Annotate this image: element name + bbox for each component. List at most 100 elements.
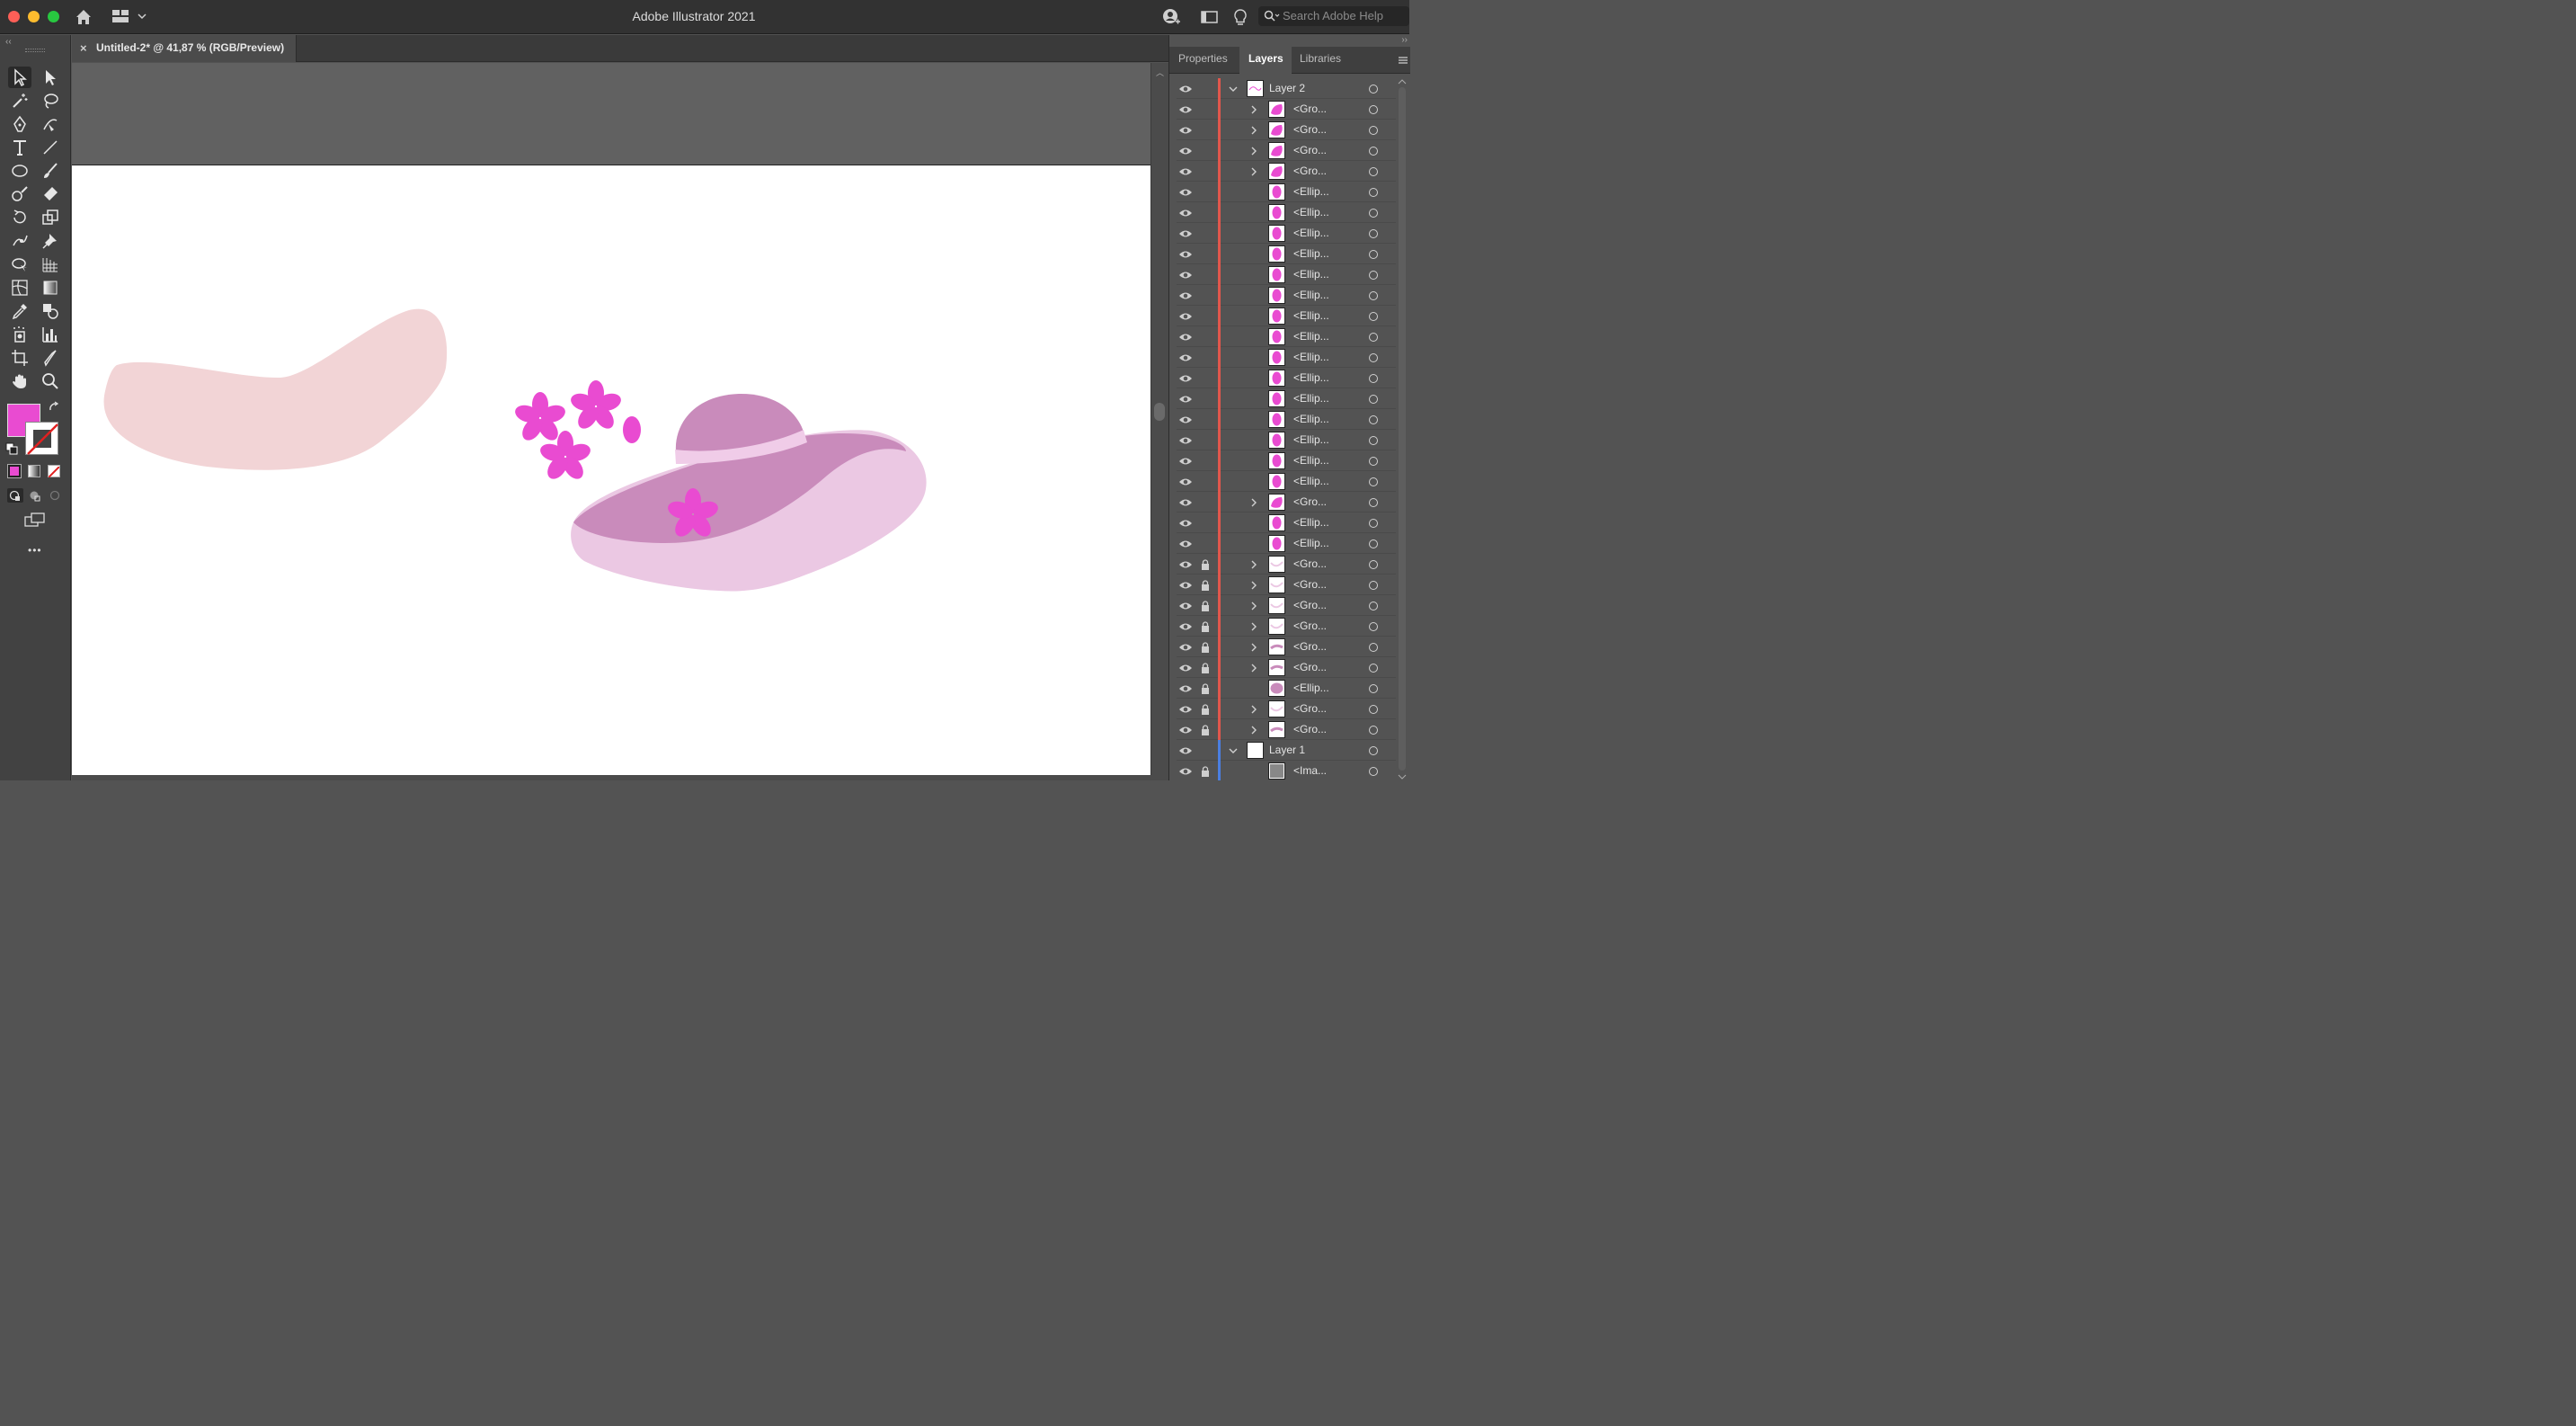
puppet-warp-tool[interactable] bbox=[8, 230, 31, 252]
color-mode-button[interactable] bbox=[7, 464, 22, 478]
chevron-down-icon[interactable] bbox=[1229, 83, 1238, 94]
layer-target-icon[interactable] bbox=[1369, 477, 1378, 486]
zoom-tool[interactable] bbox=[39, 370, 62, 392]
curvature-tool[interactable] bbox=[39, 113, 62, 135]
layer-target-icon[interactable] bbox=[1369, 457, 1378, 466]
draw-normal-button[interactable] bbox=[7, 488, 23, 503]
paintbrush-tool[interactable] bbox=[39, 160, 62, 182]
visibility-eye-icon[interactable] bbox=[1178, 165, 1193, 176]
lock-icon[interactable] bbox=[1201, 703, 1210, 715]
lock-icon[interactable] bbox=[1201, 765, 1210, 777]
layer-target-icon[interactable] bbox=[1369, 312, 1378, 321]
vertical-scroll-thumb[interactable] bbox=[1154, 403, 1165, 421]
sublayer-row[interactable]: <Ellip... bbox=[1177, 285, 1396, 306]
chevron-right-icon[interactable] bbox=[1249, 124, 1258, 135]
layer-name[interactable]: <Gro... bbox=[1293, 123, 1327, 136]
layer-name[interactable]: <Ellip... bbox=[1293, 309, 1329, 322]
sublayer-row[interactable]: <Ellip... bbox=[1177, 306, 1396, 326]
tab-layers[interactable]: Layers bbox=[1248, 52, 1284, 65]
lock-toggle[interactable] bbox=[1201, 434, 1210, 445]
vertical-scrollbar[interactable]: ︿ bbox=[1150, 63, 1168, 775]
stroke-color-swatch[interactable] bbox=[25, 422, 58, 455]
none-mode-button[interactable] bbox=[48, 465, 60, 478]
tab-libraries[interactable]: Libraries bbox=[1300, 52, 1341, 65]
layer-target-icon[interactable] bbox=[1369, 250, 1378, 259]
layer-name[interactable]: Layer 1 bbox=[1269, 744, 1305, 756]
chevron-right-icon[interactable] bbox=[1249, 600, 1258, 611]
lock-toggle[interactable] bbox=[1201, 744, 1210, 755]
lock-toggle[interactable] bbox=[1201, 331, 1210, 342]
gradient-tool[interactable] bbox=[39, 277, 62, 299]
sublayer-row[interactable]: <Gro... bbox=[1177, 161, 1396, 182]
lock-icon[interactable] bbox=[1201, 558, 1210, 570]
artboard-tool[interactable] bbox=[8, 347, 31, 369]
layer-name[interactable]: <Ellip... bbox=[1293, 289, 1329, 301]
chevron-right-icon[interactable] bbox=[1249, 103, 1258, 114]
sublayer-row[interactable]: <Ellip... bbox=[1177, 430, 1396, 450]
layer-name[interactable]: <Ellip... bbox=[1293, 185, 1329, 198]
layer-target-icon[interactable] bbox=[1369, 622, 1378, 631]
lock-icon[interactable] bbox=[1201, 724, 1210, 735]
slice-tool[interactable] bbox=[39, 347, 62, 369]
lock-toggle[interactable] bbox=[1201, 83, 1210, 94]
visibility-eye-icon[interactable] bbox=[1178, 103, 1193, 114]
chevron-down-icon[interactable] bbox=[1229, 744, 1238, 755]
layer-name[interactable]: <Gro... bbox=[1293, 599, 1327, 611]
layer-target-icon[interactable] bbox=[1369, 436, 1378, 445]
layer-name[interactable]: <Ima... bbox=[1293, 764, 1327, 777]
layer-target-icon[interactable] bbox=[1369, 664, 1378, 673]
visibility-eye-icon[interactable] bbox=[1178, 744, 1193, 755]
panel-menu-icon[interactable] bbox=[1398, 54, 1408, 65]
visibility-eye-icon[interactable] bbox=[1178, 538, 1193, 548]
sublayer-row[interactable]: <Ellip... bbox=[1177, 678, 1396, 699]
eyedropper-tool[interactable] bbox=[8, 300, 31, 322]
layer-name[interactable]: <Ellip... bbox=[1293, 227, 1329, 239]
lock-icon[interactable] bbox=[1201, 620, 1210, 632]
sublayer-row[interactable]: <Ellip... bbox=[1177, 512, 1396, 533]
layer-name[interactable]: <Gro... bbox=[1293, 557, 1327, 570]
chevron-right-icon[interactable] bbox=[1249, 145, 1258, 156]
visibility-eye-icon[interactable] bbox=[1178, 496, 1193, 507]
visibility-eye-icon[interactable] bbox=[1178, 558, 1193, 569]
blend-tool[interactable] bbox=[39, 300, 62, 322]
sublayer-row[interactable]: <Ellip... bbox=[1177, 450, 1396, 471]
mesh-tool[interactable] bbox=[8, 277, 31, 299]
collapse-toolbar-icon[interactable]: ‹‹ bbox=[5, 37, 12, 47]
layer-row[interactable]: Layer 1 bbox=[1177, 740, 1396, 761]
visibility-eye-icon[interactable] bbox=[1178, 765, 1193, 776]
layer-name[interactable]: <Gro... bbox=[1293, 702, 1327, 715]
arrange-documents-icon[interactable] bbox=[1200, 7, 1220, 27]
visibility-eye-icon[interactable] bbox=[1178, 724, 1193, 735]
visibility-eye-icon[interactable] bbox=[1178, 248, 1193, 259]
visibility-eye-icon[interactable] bbox=[1178, 186, 1193, 197]
pen-tool[interactable] bbox=[8, 113, 31, 135]
layers-scrollbar[interactable] bbox=[1396, 78, 1408, 780]
direct-selection-tool[interactable] bbox=[39, 67, 62, 88]
layer-target-icon[interactable] bbox=[1369, 684, 1378, 693]
layer-target-icon[interactable] bbox=[1369, 519, 1378, 528]
draw-inside-button[interactable] bbox=[47, 488, 63, 503]
lock-icon[interactable] bbox=[1201, 682, 1210, 694]
ellipse-tool[interactable] bbox=[8, 160, 31, 182]
lock-icon[interactable] bbox=[1201, 600, 1210, 611]
lock-toggle[interactable] bbox=[1201, 227, 1210, 238]
chevron-right-icon[interactable] bbox=[1249, 579, 1258, 590]
visibility-eye-icon[interactable] bbox=[1178, 145, 1193, 156]
layer-target-icon[interactable] bbox=[1369, 602, 1378, 611]
layer-name[interactable]: <Gro... bbox=[1293, 723, 1327, 735]
lock-toggle[interactable] bbox=[1201, 310, 1210, 321]
visibility-eye-icon[interactable] bbox=[1178, 393, 1193, 404]
layer-name[interactable]: <Ellip... bbox=[1293, 454, 1329, 467]
visibility-eye-icon[interactable] bbox=[1178, 682, 1193, 693]
sublayer-row[interactable]: <Gro... bbox=[1177, 595, 1396, 616]
layer-name[interactable]: <Ellip... bbox=[1293, 392, 1329, 405]
layer-target-icon[interactable] bbox=[1369, 147, 1378, 156]
sublayer-row[interactable]: <Gro... bbox=[1177, 699, 1396, 719]
layer-name[interactable]: <Ellip... bbox=[1293, 516, 1329, 529]
visibility-eye-icon[interactable] bbox=[1178, 83, 1193, 94]
visibility-eye-icon[interactable] bbox=[1178, 269, 1193, 280]
lock-toggle[interactable] bbox=[1201, 476, 1210, 486]
layer-target-icon[interactable] bbox=[1369, 560, 1378, 569]
layer-name[interactable]: Layer 2 bbox=[1269, 82, 1305, 94]
chevron-right-icon[interactable] bbox=[1249, 558, 1258, 569]
